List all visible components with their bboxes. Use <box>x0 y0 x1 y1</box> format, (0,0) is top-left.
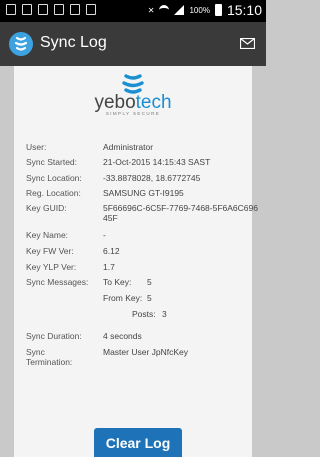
reg-location-label: Reg. Location: <box>26 188 81 198</box>
key-ylp-label: Key YLP Ver: <box>26 262 77 272</box>
mute-icon: ✕ <box>147 5 155 15</box>
key-guid-value: 5F66696C-6C5F-7769-7468-5F6A6C69645F <box>103 203 258 223</box>
key-fw-label: Key FW Ver: <box>26 246 74 256</box>
system-icons: ✕ 100% 15:10 <box>148 2 262 18</box>
download-icon <box>38 4 48 15</box>
key-name-value: - <box>103 230 106 240</box>
logo-wordmark: yebotech <box>14 93 252 113</box>
to-key-value: 5 <box>147 277 152 287</box>
status-bar: ✕ 100% 15:10 <box>0 0 266 22</box>
usb-icon <box>6 4 16 15</box>
user-value: Administrator <box>103 142 154 152</box>
key-fw-value: 6.12 <box>103 246 120 256</box>
clock: 15:10 <box>226 2 262 18</box>
logo-word-yebo: yebo <box>94 92 136 113</box>
signal-icon <box>174 5 185 15</box>
sync-log-card: yebotech SIMPLY SECURE User: Administrat… <box>14 66 258 457</box>
gallery-icon <box>86 4 96 15</box>
key-name-label: Key Name: <box>26 230 69 240</box>
battery-percent: 100% <box>189 5 210 15</box>
to-key-label: To Key: <box>103 277 132 287</box>
action-bar: Sync Log <box>0 22 266 66</box>
message-icon <box>70 4 80 15</box>
from-key-label: From Key: <box>103 293 143 303</box>
key-ylp-value: 1.7 <box>103 262 115 272</box>
yebotech-logo: yebotech SIMPLY SECURE <box>14 72 252 132</box>
logo-word-tech: tech <box>135 92 172 113</box>
image-icon <box>54 4 64 15</box>
sync-termination-value: Master User JpNfcKey <box>103 347 189 357</box>
sync-duration-label: Sync Duration: <box>26 331 82 341</box>
page-title: Sync Log <box>40 34 107 51</box>
sync-started-value: 21-Oct-2015 14:15:43 SAST <box>103 157 211 167</box>
notification-icons <box>6 4 96 15</box>
lock-icon <box>22 4 32 15</box>
sync-termination-label: Sync Termination: <box>26 347 73 367</box>
sync-location-value: -33.8878028, 18.6772745 <box>103 173 201 183</box>
battery-icon <box>214 4 222 16</box>
sync-started-label: Sync Started: <box>26 157 78 167</box>
wifi-icon <box>159 5 170 15</box>
clear-log-button[interactable]: Clear Log <box>94 428 182 457</box>
posts-value: 3 <box>162 309 167 319</box>
sync-location-label: Sync Location: <box>26 173 82 183</box>
reg-location-value: SAMSUNG GT-I9195 <box>103 188 184 198</box>
logo-tagline: SIMPLY SECURE <box>105 111 161 116</box>
posts-label: Posts: <box>132 309 156 319</box>
sync-duration-value: 4 seconds <box>103 331 142 341</box>
from-key-value: 5 <box>147 293 152 303</box>
sync-messages-label: Sync Messages: <box>26 277 89 287</box>
app-logo-icon[interactable] <box>9 32 33 56</box>
key-guid-label: Key GUID: <box>26 203 67 213</box>
mail-icon[interactable] <box>240 38 255 49</box>
user-label: User: <box>26 142 47 152</box>
